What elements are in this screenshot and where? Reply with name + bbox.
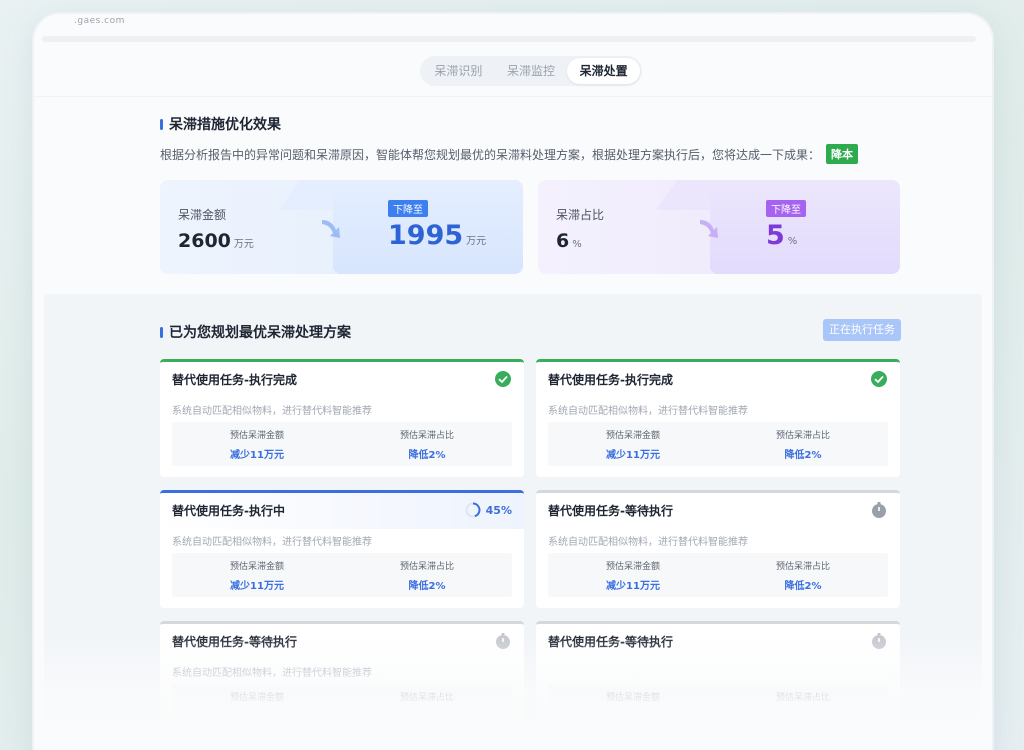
progress-percent: 45% (485, 503, 512, 517)
metric-amount: 预估呆滞金额 减少11万元 (172, 553, 342, 597)
timer-icon (872, 633, 886, 649)
task-metrics: 预估呆滞金额 减少11万元 预估呆滞占比 降低2% (548, 553, 888, 597)
ratio-label: 呆滞占比 (556, 208, 605, 222)
task-title: 替代使用任务-等待执行 (172, 635, 297, 649)
tab-bar: 呆滞识别 呆滞监控 呆滞处置 (420, 56, 642, 86)
metric-amount: 预估呆滞金额 减少11万元 (548, 553, 718, 597)
timer-icon (872, 502, 886, 518)
amount-before-value: 2600 万元 (178, 230, 254, 252)
metric-label: 预估呆滞金额 (605, 693, 660, 703)
ratio-before-value: 6% (556, 230, 582, 252)
metric-label: 预估呆滞占比 (399, 562, 454, 572)
ratio-stat-card: 呆滞占比 6% 下降至 5% (538, 180, 900, 274)
title-bar-marker (160, 118, 163, 130)
metric-amount: 预估呆滞金额 (172, 684, 342, 728)
task-title: 替代使用任务-执行完成 (172, 373, 297, 387)
metric-amount: 预估呆滞金额 减少11万元 (548, 422, 718, 466)
task-description: 系统自动匹配相似物料，进行替代料智能推荐 (548, 537, 748, 548)
task-metrics: 预估呆滞金额 减少11万元 预估呆滞占比 降低2% (548, 422, 888, 466)
decrease-arrow-icon (322, 220, 340, 238)
ratio-after-value: 5% (766, 220, 798, 251)
executing-tasks-button[interactable]: 正在执行任务 (823, 319, 901, 341)
metric-label: 预估呆滞金额 (229, 562, 284, 572)
check-circle-icon (871, 371, 887, 387)
task-metrics: 预估呆滞金额 预估呆滞占比 (172, 684, 512, 728)
metric-value: 降低2% (784, 581, 822, 592)
task-card[interactable]: 替代使用任务-执行完成 系统自动匹配相似物料，进行替代料智能推荐 预估呆滞金额减… (160, 359, 524, 477)
amount-decrease-badge: 下降至 (388, 200, 428, 217)
tab-stagnant-disposal[interactable]: 呆滞处置 (567, 58, 641, 84)
effect-section-title: 呆滞措施优化效果 (160, 114, 281, 134)
metric-label: 预估呆滞占比 (775, 562, 830, 572)
metric-label: 预估呆滞占比 (399, 693, 454, 703)
result-tag: 降本 (826, 144, 859, 164)
task-title: 替代使用任务-执行中 (172, 504, 285, 518)
task-metrics: 预估呆滞金额 减少11万元 预估呆滞占比 降低2% (172, 422, 512, 466)
metric-value: 降低2% (784, 450, 822, 461)
metric-value: 减少11万元 (606, 581, 660, 592)
amount-after-value: 1995 万元 (388, 220, 487, 251)
metric-value: 降低2% (408, 581, 446, 592)
metric-amount: 预估呆滞金额 减少11万元 (172, 422, 342, 466)
effect-description: 根据分析报告中的异常问题和呆滞原因，智能体帮您规划最优的呆滞料处理方案，根据处理… (160, 144, 859, 164)
url-fragment: .gaes.com (74, 16, 125, 26)
timer-icon (496, 633, 510, 649)
metric-value: 降低2% (408, 450, 446, 461)
task-card[interactable]: 替代使用任务-执行完成 系统自动匹配相似物料，进行替代料智能推荐 预估呆滞金额减… (536, 359, 900, 477)
metric-label: 预估呆滞金额 (605, 562, 660, 572)
effect-title-text: 呆滞措施优化效果 (169, 117, 281, 133)
metric-value: 减少11万元 (230, 581, 284, 592)
app-window: .gaes.com 呆滞识别 呆滞监控 呆滞处置 呆滞措施优化效果 根据分析报告… (34, 14, 992, 750)
task-card[interactable]: 替代使用任务-等待执行 系统自动匹配相似物料，进行替代料智能推荐 预估呆滞金额减… (536, 490, 900, 608)
header-divider (34, 96, 992, 97)
metric-value: 减少11万元 (606, 450, 660, 461)
metric-ratio: 预估呆滞占比 (718, 684, 888, 728)
task-description: 系统自动匹配相似物料，进行替代料智能推荐 (172, 537, 372, 548)
metric-ratio: 预估呆滞占比 降低2% (342, 553, 512, 597)
plans-title-text: 已为您规划最优呆滞处理方案 (169, 325, 351, 341)
progress-ring-icon (465, 502, 481, 518)
metric-label: 预估呆滞金额 (229, 431, 284, 441)
task-title: 替代使用任务-执行完成 (548, 373, 673, 387)
metric-ratio: 预估呆滞占比 (342, 684, 512, 728)
top-divider (42, 36, 976, 42)
decrease-arrow-icon (700, 220, 718, 238)
amount-stat-card: 呆滞金额 2600 万元 下降至 1995 万元 (160, 180, 523, 274)
task-description: 系统自动匹配相似物料，进行替代料智能推荐 (172, 406, 372, 417)
task-description: 系统自动匹配相似物料，进行替代料智能推荐 (172, 668, 372, 679)
tab-stagnant-monitor[interactable]: 呆滞监控 (495, 58, 568, 84)
task-description: 系统自动匹配相似物料，进行替代料智能推荐 (548, 406, 748, 417)
amount-label: 呆滞金额 (178, 208, 227, 222)
tab-stagnant-identify[interactable]: 呆滞识别 (422, 58, 495, 84)
plans-section-title: 已为您规划最优呆滞处理方案 (160, 322, 351, 342)
metric-label: 预估呆滞占比 (775, 693, 830, 703)
metric-label: 预估呆滞金额 (229, 693, 284, 703)
title-bar-marker (160, 326, 163, 338)
effect-description-text: 根据分析报告中的异常问题和呆滞原因，智能体帮您规划最优的呆滞料处理方案，根据处理… (160, 147, 821, 162)
task-card[interactable]: 替代使用任务-执行中 45% 系统自动匹配相似物料，进行替代料智能推荐 预估呆滞… (160, 490, 524, 608)
metric-label: 预估呆滞金额 (605, 431, 660, 441)
metric-label: 预估呆滞占比 (775, 431, 830, 441)
metric-label: 预估呆滞占比 (399, 431, 454, 441)
task-title: 替代使用任务-等待执行 (548, 635, 673, 649)
task-metrics: 预估呆滞金额 减少11万元 预估呆滞占比 降低2% (172, 553, 512, 597)
metric-value: 减少11万元 (230, 450, 284, 461)
task-title: 替代使用任务-等待执行 (548, 504, 673, 518)
metric-ratio: 预估呆滞占比 降低2% (718, 553, 888, 597)
task-metrics: 预估呆滞金额 预估呆滞占比 (548, 684, 888, 728)
check-circle-icon (495, 371, 511, 387)
metric-amount: 预估呆滞金额 (548, 684, 718, 728)
ratio-after-panel (710, 180, 900, 274)
metric-ratio: 预估呆滞占比 降低2% (342, 422, 512, 466)
task-card[interactable]: 替代使用任务-等待执行 预估呆滞金额 预估呆滞占比 (536, 621, 900, 739)
ratio-decrease-badge: 下降至 (766, 200, 806, 217)
task-progress: 45% (465, 502, 512, 518)
task-card[interactable]: 替代使用任务-等待执行 系统自动匹配相似物料，进行替代料智能推荐 预估呆滞金额 … (160, 621, 524, 739)
metric-ratio: 预估呆滞占比 降低2% (718, 422, 888, 466)
